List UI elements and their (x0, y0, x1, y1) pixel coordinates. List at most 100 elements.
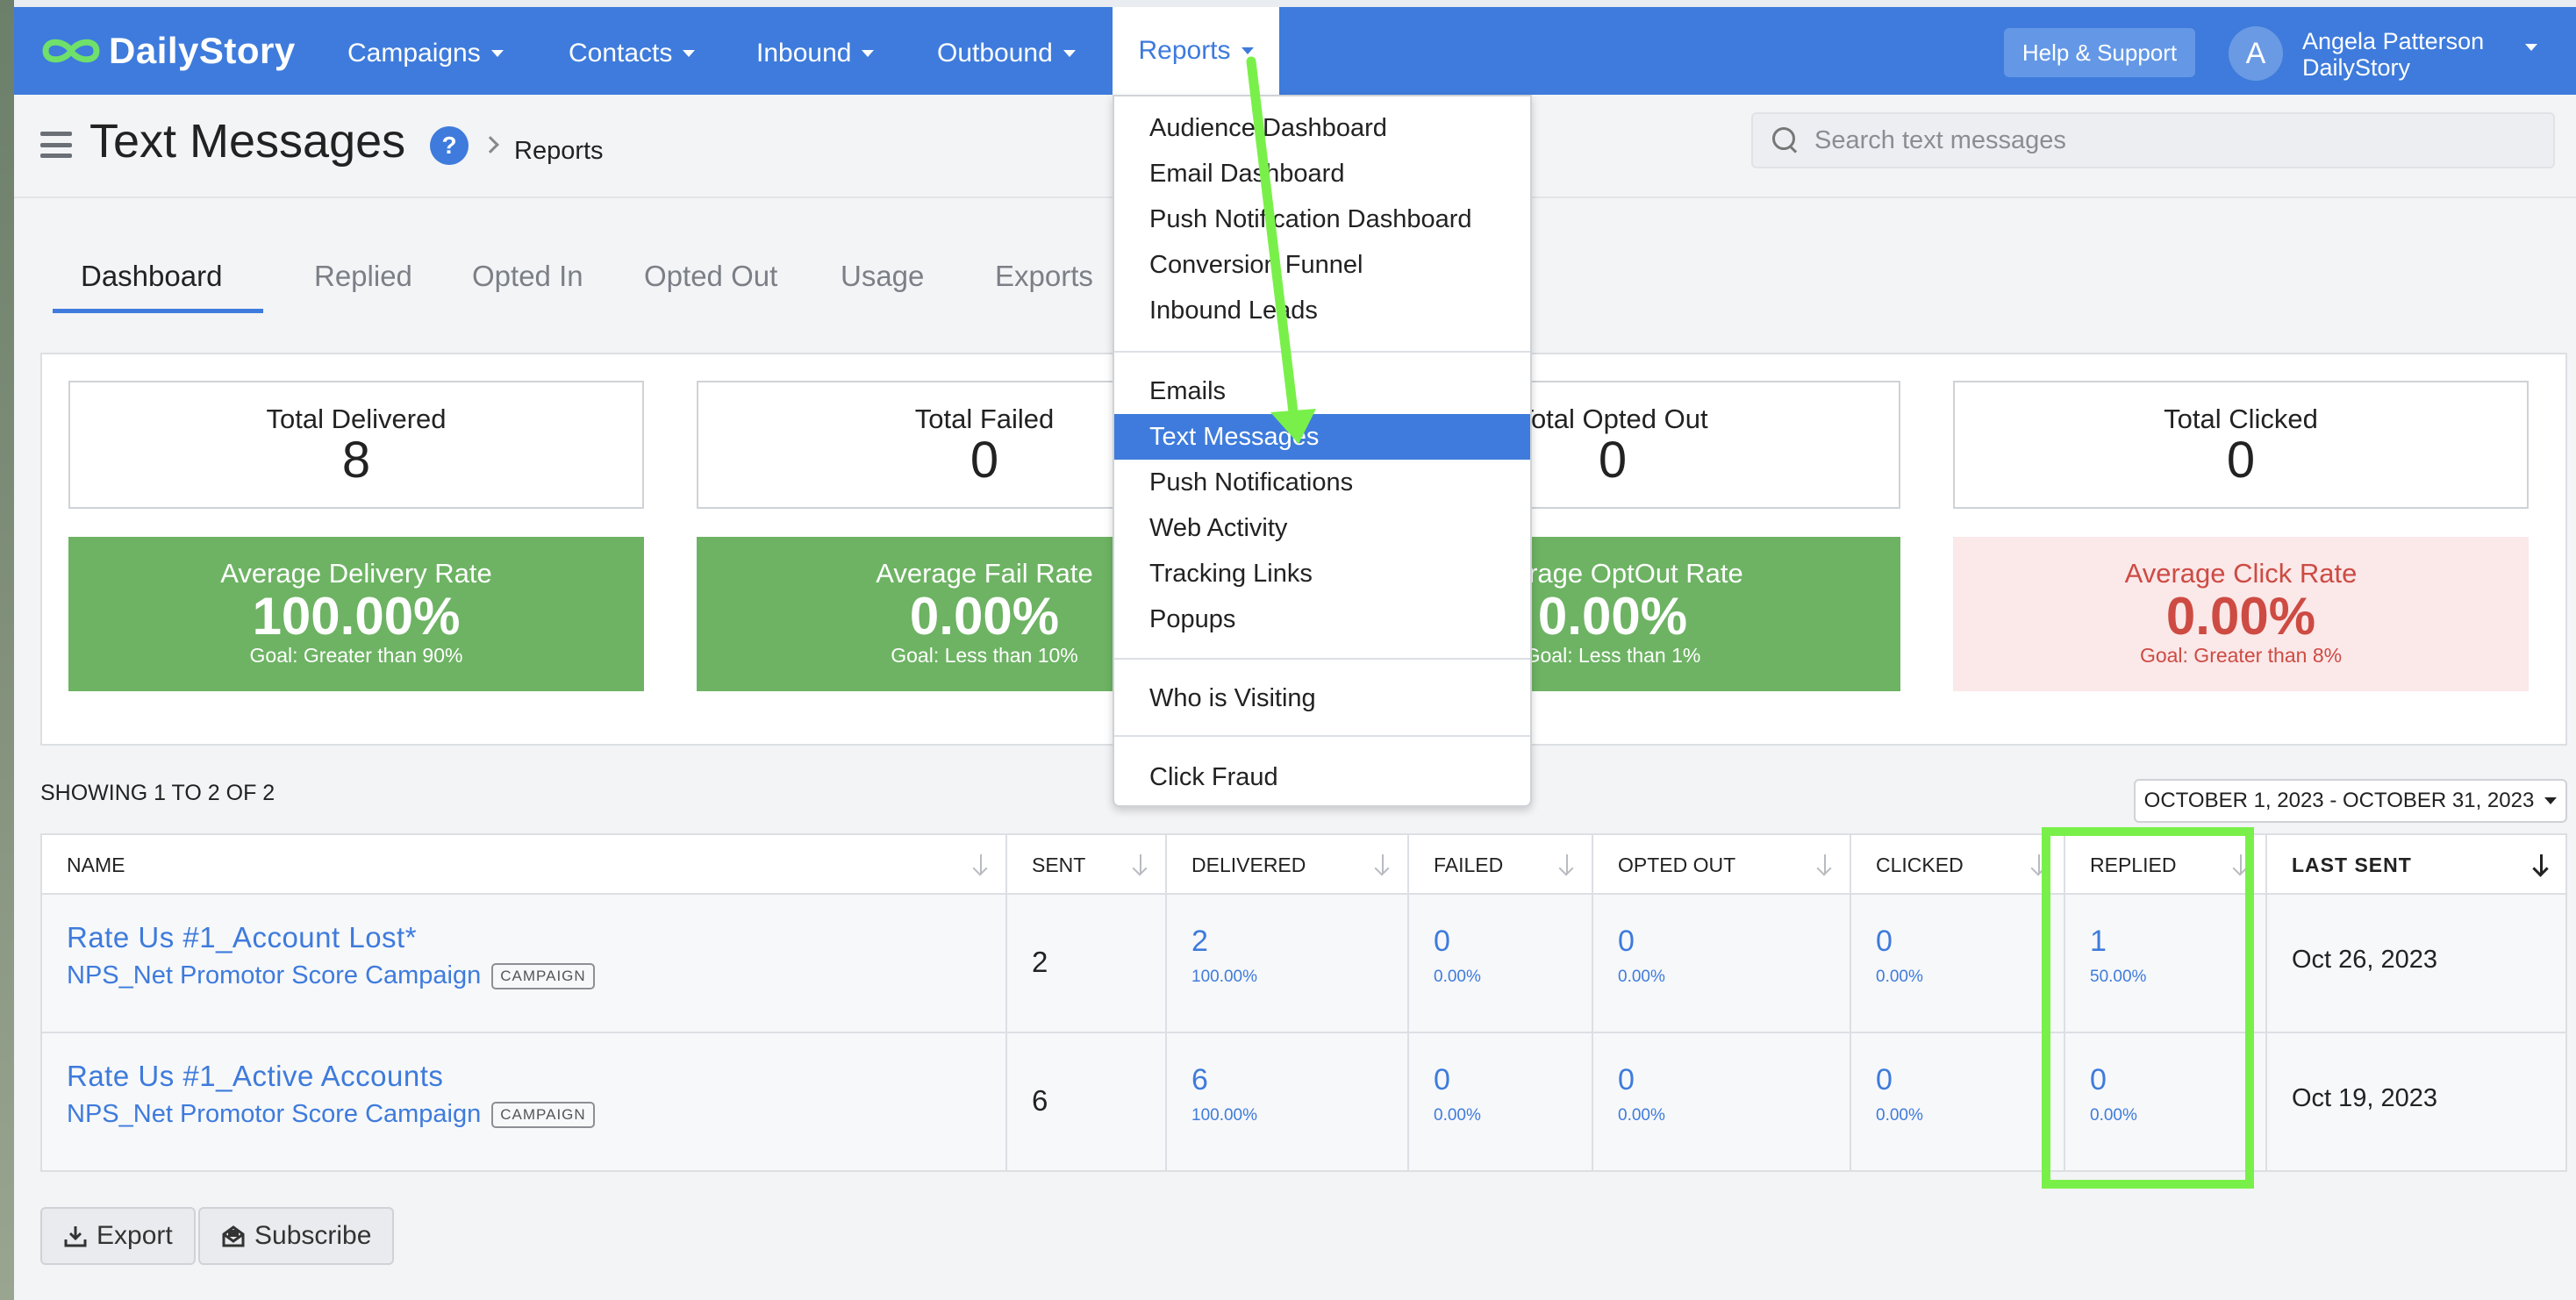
help-support-button[interactable]: Help & Support (2004, 28, 2195, 77)
menu-divider (1114, 658, 1530, 660)
help-icon[interactable]: ? (430, 126, 469, 165)
date-range-picker[interactable]: OCTOBER 1, 2023 - OCTOBER 31, 2023 (2134, 779, 2567, 823)
menu-item-web-activity[interactable]: Web Activity (1114, 505, 1530, 551)
clicked-value[interactable]: 0 (1876, 1063, 2064, 1097)
table-row: Rate Us #1_Account Lost* NPS_Net Promoto… (42, 895, 2565, 1033)
column-name-label: NAME (67, 853, 125, 876)
menu-item-conversion-funnel[interactable]: Conversion Funnel (1114, 242, 1530, 288)
delivered-cell[interactable]: 6 100.00% (1167, 1033, 1409, 1170)
row-title-link[interactable]: Rate Us #1_Account Lost* (67, 921, 1005, 954)
replied-cell[interactable]: 1 50.00% (2065, 895, 2267, 1032)
chevron-down-icon (1241, 47, 1254, 54)
column-sent-label: SENT (1032, 853, 1086, 876)
failed-cell[interactable]: 0 0.00% (1409, 1033, 1593, 1170)
clicked-cell[interactable]: 0 0.00% (1851, 1033, 2065, 1170)
menu-item-audience-dashboard[interactable]: Audience Dashboard (1114, 105, 1530, 151)
app-window: DailyStory Campaigns Contacts Inbound Ou… (14, 0, 2576, 1300)
opted-out-pct: 0.00% (1618, 968, 1665, 986)
chevron-down-icon (1063, 50, 1076, 57)
table-row: Rate Us #1_Active Accounts NPS_Net Promo… (42, 1033, 2565, 1172)
menu-item-click-fraud[interactable]: Click Fraud (1114, 754, 1530, 800)
nav-outbound-label: Outbound (937, 39, 1053, 68)
menu-item-who-is-visiting[interactable]: Who is Visiting (1114, 675, 1530, 721)
replied-pct: 50.00% (2090, 968, 2147, 986)
nav-outbound[interactable]: Outbound (937, 39, 1076, 68)
menu-item-push-notification-dashboard[interactable]: Push Notification Dashboard (1114, 196, 1530, 242)
opted-out-cell[interactable]: 0 0.00% (1593, 1033, 1851, 1170)
nav-inbound[interactable]: Inbound (756, 39, 875, 68)
rate-goal: Goal: Greater than 8% (2139, 644, 2343, 667)
nav-campaigns[interactable]: Campaigns (347, 39, 504, 68)
nav-contacts[interactable]: Contacts (569, 39, 696, 68)
column-header-delivered[interactable]: DELIVERED (1167, 835, 1409, 895)
tab-dashboard[interactable]: Dashboard (81, 260, 222, 293)
opted-out-pct: 0.00% (1618, 1106, 1665, 1125)
last-sent-cell: Oct 19, 2023 (2267, 1033, 2565, 1170)
rate-label: Average Click Rate (2124, 558, 2358, 589)
sent-cell: 6 (1007, 1033, 1167, 1170)
tab-exports[interactable]: Exports (995, 260, 1093, 293)
opted-out-cell[interactable]: 0 0.00% (1593, 895, 1851, 1032)
replied-cell[interactable]: 0 0.00% (2065, 1033, 2267, 1170)
row-title-link[interactable]: Rate Us #1_Active Accounts (67, 1060, 1005, 1093)
failed-value[interactable]: 0 (1434, 925, 1592, 959)
text-messages-table: NAME SENT DELIVERED FAILED OPTED OUT CLI… (40, 833, 2567, 1172)
stat-label: Total Delivered (266, 404, 447, 434)
breadcrumb[interactable]: Reports (514, 137, 604, 166)
search-box[interactable] (1751, 112, 2555, 168)
clicked-cell[interactable]: 0 0.00% (1851, 895, 2065, 1032)
logo[interactable]: DailyStory (39, 26, 296, 75)
user-menu[interactable]: Angela Patterson DailyStory (2302, 28, 2484, 81)
nav-inbound-label: Inbound (756, 39, 852, 68)
menu-item-popups[interactable]: Popups (1114, 596, 1530, 642)
column-header-opted-out[interactable]: OPTED OUT (1593, 835, 1851, 895)
replied-value[interactable]: 0 (2090, 1063, 2265, 1097)
clicked-value[interactable]: 0 (1876, 925, 2064, 959)
pagination-summary: SHOWING 1 TO 2 OF 2 (40, 781, 275, 805)
hamburger-menu-icon[interactable] (40, 132, 72, 158)
search-input[interactable] (1814, 125, 2516, 155)
column-header-failed[interactable]: FAILED (1409, 835, 1593, 895)
tab-opted-in[interactable]: Opted In (472, 260, 583, 293)
column-header-clicked[interactable]: CLICKED (1851, 835, 2065, 895)
menu-item-tracking-links[interactable]: Tracking Links (1114, 551, 1530, 596)
row-campaign-link[interactable]: NPS_Net Promotor Score Campaign (67, 961, 481, 990)
menu-item-push-notifications[interactable]: Push Notifications (1114, 460, 1530, 505)
active-tab-indicator (53, 309, 263, 313)
rate-delivery: Average Delivery Rate 100.00% Goal: Grea… (68, 537, 644, 691)
delivered-value[interactable]: 2 (1191, 925, 1407, 959)
column-header-name[interactable]: NAME (42, 835, 1007, 895)
menu-item-text-messages[interactable]: Text Messages (1114, 414, 1530, 460)
tab-usage[interactable]: Usage (841, 260, 924, 293)
tab-opted-out[interactable]: Opted Out (644, 260, 777, 293)
last-sent-value: Oct 26, 2023 (2292, 946, 2438, 974)
column-header-sent[interactable]: SENT (1007, 835, 1167, 895)
delivered-cell[interactable]: 2 100.00% (1167, 895, 1409, 1032)
column-header-last-sent[interactable]: LAST SENT (2267, 835, 2565, 895)
page-title: Text Messages (89, 115, 406, 168)
name-cell: Rate Us #1_Active Accounts NPS_Net Promo… (42, 1033, 1007, 1170)
failed-pct: 0.00% (1434, 968, 1481, 986)
chevron-down-icon (862, 50, 875, 57)
replied-value[interactable]: 1 (2090, 925, 2265, 959)
export-button[interactable]: Export (40, 1207, 196, 1265)
stat-label: Total Clicked (2164, 404, 2318, 434)
menu-item-emails[interactable]: Emails (1114, 368, 1530, 414)
menu-item-email-dashboard[interactable]: Email Dashboard (1114, 151, 1530, 196)
chevron-down-icon[interactable] (2525, 44, 2537, 51)
failed-cell[interactable]: 0 0.00% (1409, 895, 1593, 1032)
delivered-value[interactable]: 6 (1191, 1063, 1407, 1097)
subscribe-button[interactable]: Subscribe (198, 1207, 395, 1265)
opted-out-value[interactable]: 0 (1618, 1063, 1850, 1097)
menu-divider (1114, 351, 1530, 353)
row-campaign-link[interactable]: NPS_Net Promotor Score Campaign (67, 1100, 481, 1129)
failed-pct: 0.00% (1434, 1106, 1481, 1125)
menu-item-inbound-leads[interactable]: Inbound Leads (1114, 288, 1530, 333)
tab-replied[interactable]: Replied (314, 260, 412, 293)
avatar[interactable]: A (2229, 26, 2283, 81)
failed-value[interactable]: 0 (1434, 1063, 1592, 1097)
opted-out-value[interactable]: 0 (1618, 925, 1850, 959)
nav-reports[interactable]: Reports (1113, 7, 1279, 95)
column-header-replied[interactable]: REPLIED (2065, 835, 2267, 895)
reports-dropdown-menu: Audience Dashboard Email Dashboard Push … (1113, 95, 1532, 807)
